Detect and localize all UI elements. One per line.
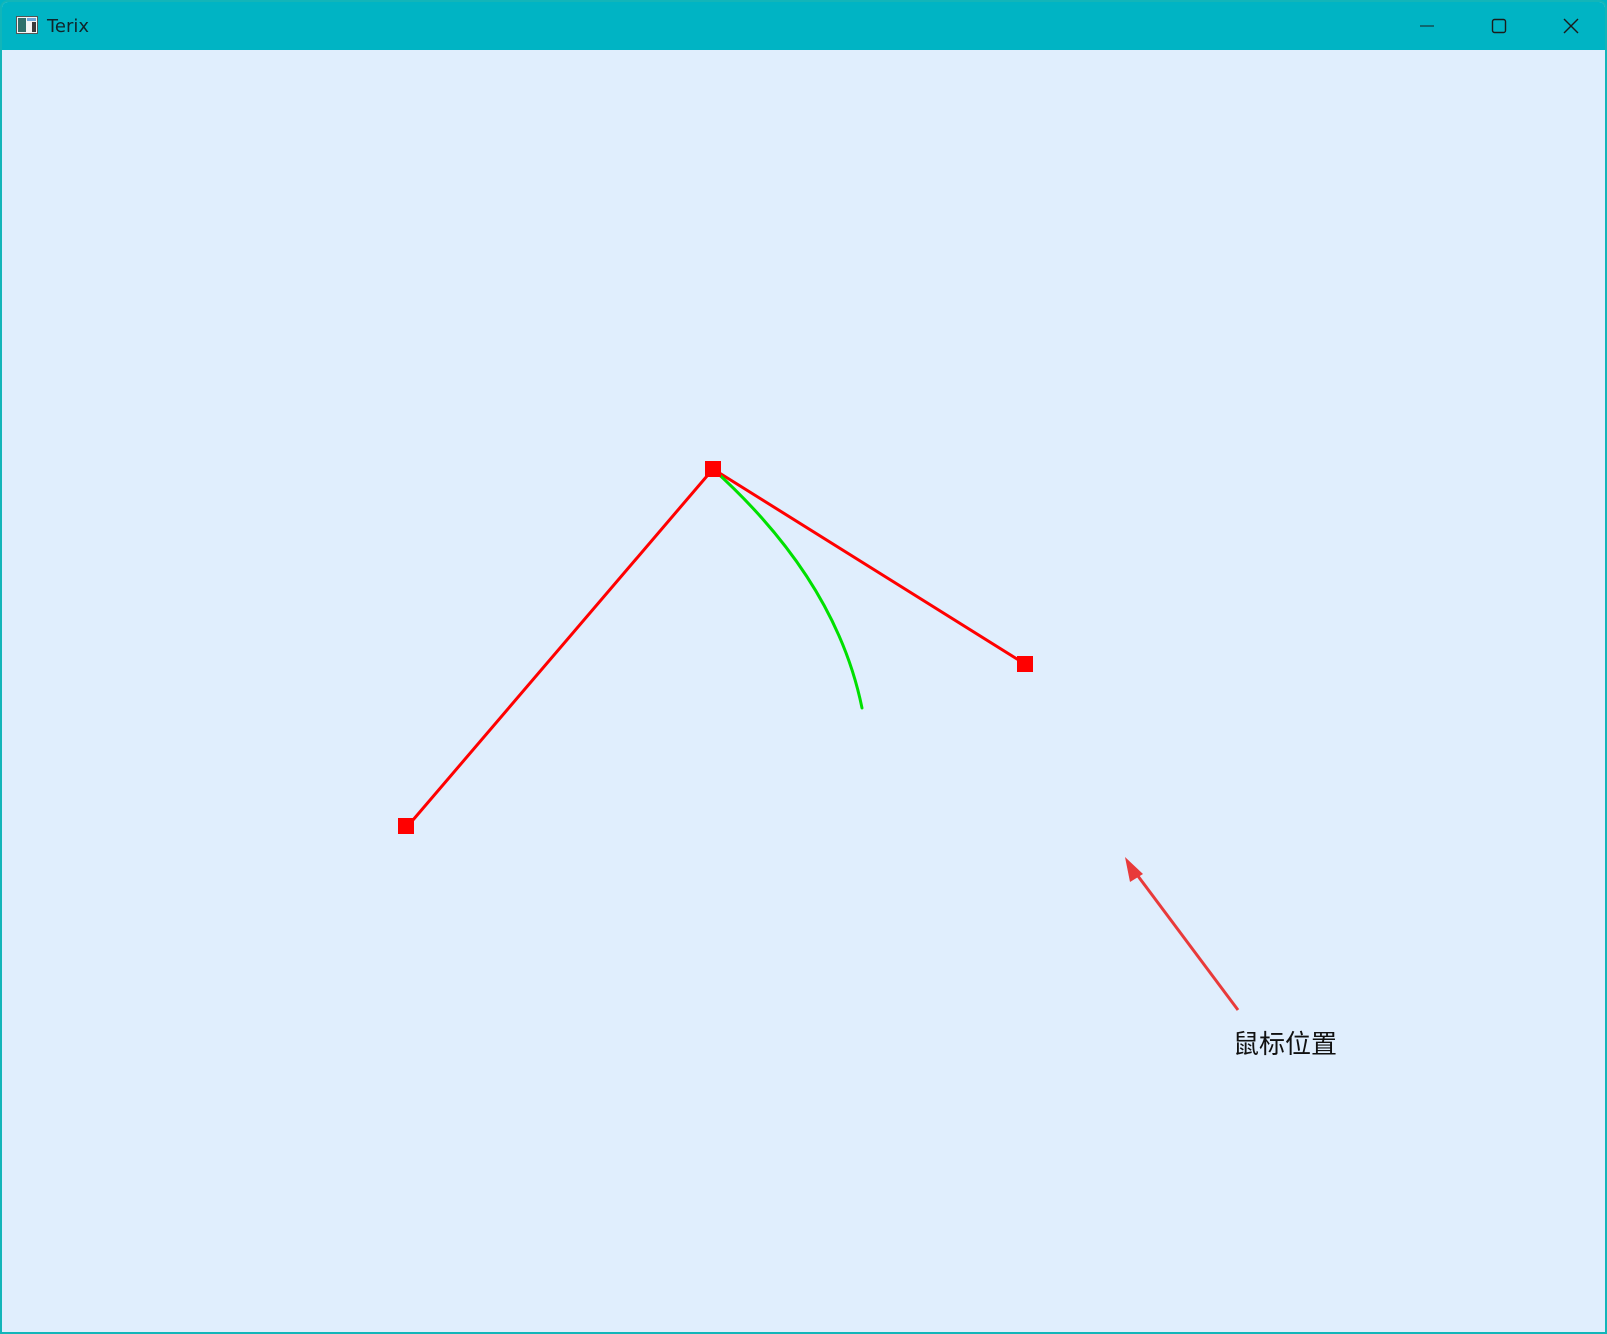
annotation-label: 鼠标位置 (1233, 1030, 1338, 1060)
close-icon (1563, 18, 1579, 34)
drawing-canvas[interactable]: 鼠标位置 (2, 50, 1605, 1332)
minimize-button[interactable] (1391, 2, 1463, 50)
control-point-handle[interactable] (705, 461, 721, 477)
close-button[interactable] (1535, 2, 1605, 50)
minimize-icon (1420, 25, 1434, 27)
maximize-button[interactable] (1463, 2, 1535, 50)
maximize-icon (1491, 18, 1507, 34)
window-title: Terix (47, 16, 90, 37)
title-bar[interactable]: Terix (2, 2, 1605, 50)
annotation-arrow-shaft (1130, 867, 1240, 1011)
control-segment-left (405, 467, 715, 829)
bezier-curve (711, 467, 864, 710)
app-window: Terix 鼠标位置 (0, 0, 1607, 1334)
drawing-surface (398, 461, 1240, 1011)
control-point-handle[interactable] (1017, 656, 1033, 672)
control-segment-right (711, 467, 1027, 666)
app-icon (16, 16, 38, 34)
control-point-handle[interactable] (398, 818, 414, 834)
